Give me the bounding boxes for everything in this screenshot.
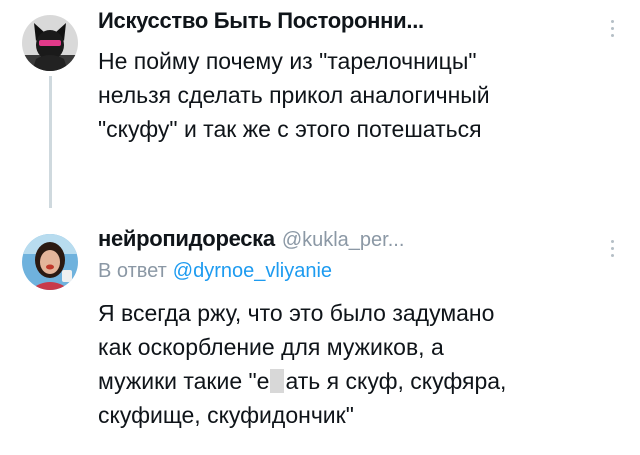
tweet-text: Не пойму почему из "тарелочницы" нельзя … xyxy=(98,44,610,146)
censored-blur xyxy=(270,369,285,393)
tweet-text-line: скуфище, скуфидончик" xyxy=(98,402,354,428)
thread-connector xyxy=(49,76,52,208)
tweet-text-line: как оскорбление для мужиков, а xyxy=(98,334,444,360)
author-handle[interactable]: @kukla_per... xyxy=(282,229,405,252)
reply-mention-link[interactable]: @dyrnoe_vliyanie xyxy=(173,260,332,282)
tweet-header: Искусство Быть Посторонни... xyxy=(98,8,600,34)
reply-prefix: В ответ xyxy=(98,260,167,282)
more-options-icon[interactable] xyxy=(602,16,622,40)
tweet-text-fragment: мужики такие "е xyxy=(98,368,270,394)
avatar[interactable] xyxy=(22,15,78,71)
more-options-icon[interactable] xyxy=(602,236,622,260)
reply-context: В ответ @dyrnoe_vliyanie xyxy=(98,260,332,283)
woman-avatar-image xyxy=(22,234,78,290)
tweet-feed: Искусство Быть Посторонни... Не пойму по… xyxy=(0,0,640,455)
tweet[interactable]: нейропидореска @kukla_per... В ответ @dyr… xyxy=(0,212,640,455)
cat-ear-avatar-image xyxy=(22,15,78,71)
author-name[interactable]: Искусство Быть Посторонни... xyxy=(98,8,424,34)
tweet-text-fragment: ать я скуф, скуфяра, xyxy=(285,368,507,394)
tweet-text-line: Я всегда ржу, что это было задумано xyxy=(98,300,495,326)
tweet-header: нейропидореска @kukla_per... xyxy=(98,226,600,252)
tweet-text-line: нельзя сделать прикол аналогичный xyxy=(98,82,490,108)
tweet-text-line: Не пойму почему из "тарелочницы" xyxy=(98,48,477,74)
author-name[interactable]: нейропидореска xyxy=(98,226,275,252)
tweet-text: Я всегда ржу, что это было задумано как … xyxy=(98,296,610,432)
tweet-text-line: "скуфу" и так же с этого потешаться xyxy=(98,116,482,142)
tweet[interactable]: Искусство Быть Посторонни... Не пойму по… xyxy=(0,0,640,208)
tweet-text-line: мужики такие "е ать я скуф, скуфяра, xyxy=(98,364,610,398)
avatar[interactable] xyxy=(22,234,78,290)
